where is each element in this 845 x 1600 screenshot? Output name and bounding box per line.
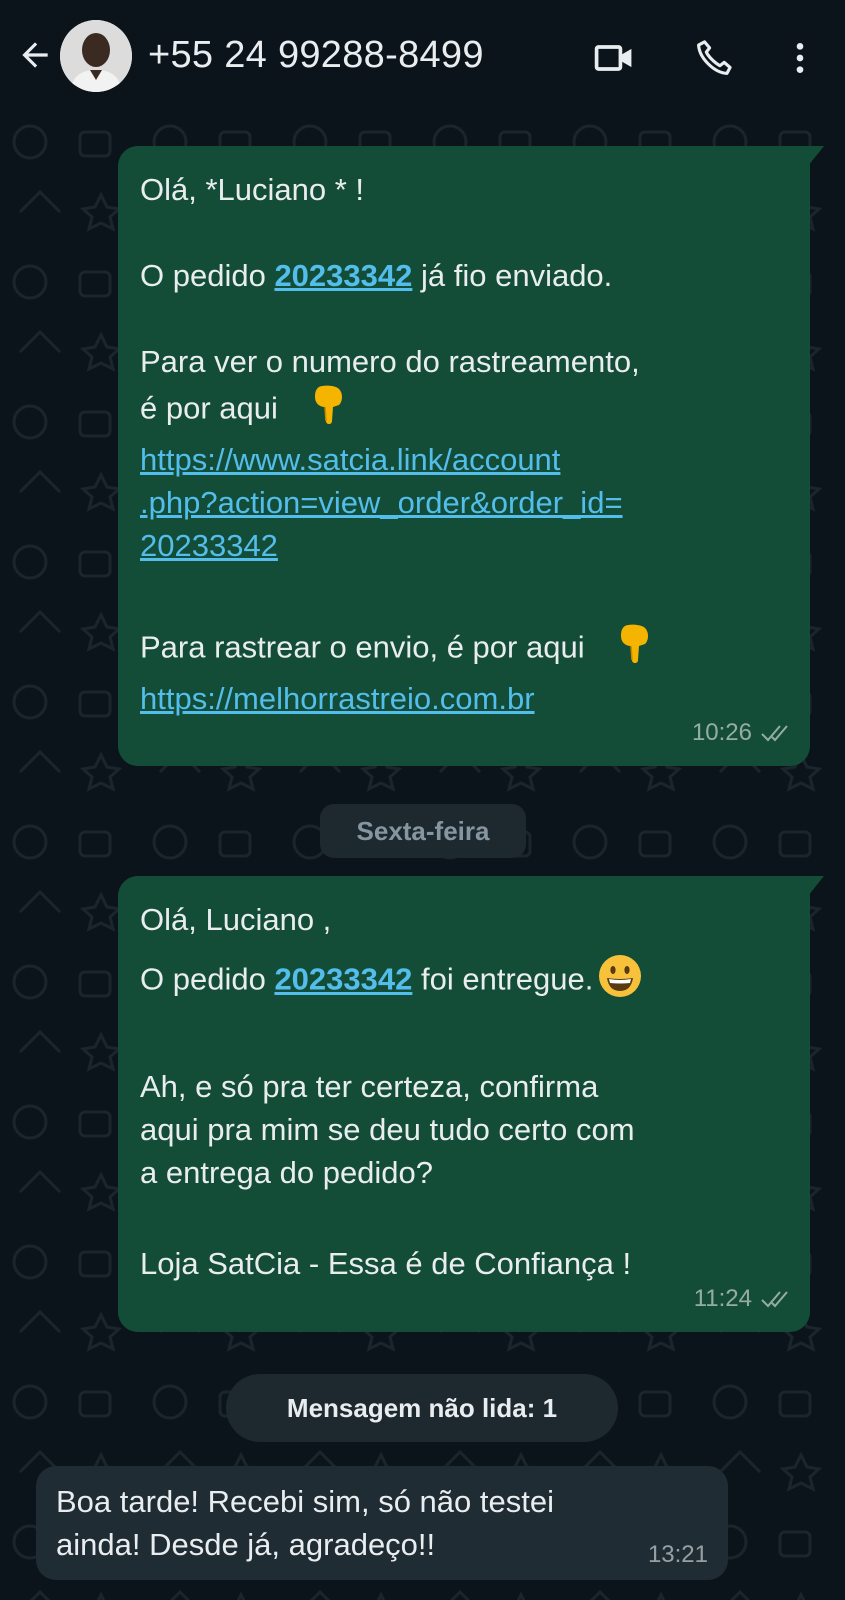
message-text: Ah, e só pra ter certeza, confirma [140, 1069, 599, 1104]
back-arrow-icon[interactable] [14, 34, 56, 76]
incoming-message[interactable]: Boa tarde! Recebi sim, só não testei ain… [36, 1466, 728, 1580]
message-signature: Loja SatCia - Essa é de Confiança ! [140, 1246, 632, 1281]
tracking-link[interactable]: 20233342 [140, 524, 784, 567]
contact-name[interactable]: +55 24 99288-8499 [148, 34, 484, 77]
date-separator: Sexta-feira [320, 804, 526, 858]
phone-icon[interactable] [690, 34, 738, 82]
tracking-link[interactable]: .php?action=view_order&order_id= [140, 481, 784, 524]
message-text: é por aqui [140, 383, 784, 438]
order-number-link[interactable]: 20233342 [274, 962, 412, 997]
double-check-icon [761, 724, 788, 741]
chat-header: +55 24 99288-8499 [0, 0, 845, 112]
unread-messages-separator: Mensagem não lida: 1 [226, 1374, 618, 1442]
more-vert-icon[interactable] [776, 34, 824, 82]
double-check-icon [761, 1290, 788, 1307]
message-meta: 11:24 [694, 1277, 790, 1320]
order-number-link[interactable]: 20233342 [274, 258, 412, 293]
message-text: O pedido 20233342 foi entregue. [140, 953, 784, 1010]
message-meta: 10:26 [692, 711, 790, 754]
message-time: 13:21 [647, 1541, 708, 1568]
shipping-link[interactable]: https://melhorrastreio.com.br [140, 677, 784, 720]
bubble-tail [808, 876, 824, 896]
pointing-down-emoji-icon [615, 622, 653, 677]
outgoing-message[interactable]: Olá, Luciano , O pedido 20233342 foi ent… [118, 876, 824, 1332]
grinning-face-emoji-icon [597, 953, 643, 1010]
message-text: Para ver o numero do rastreamento, [140, 344, 640, 379]
message-text: ainda! Desde já, agradeço!! [56, 1527, 436, 1562]
outgoing-message[interactable]: Olá, *Luciano * ! O pedido 20233342 já f… [118, 146, 824, 766]
message-text: O pedido 20233342 já fio enviado. [140, 258, 613, 293]
message-time: 11:24 [693, 1285, 752, 1312]
pointing-down-emoji-icon [309, 383, 347, 438]
video-call-icon[interactable] [590, 34, 638, 82]
message-greeting: Olá, Luciano , [140, 902, 332, 937]
message-text: a entrega do pedido? [140, 1155, 434, 1190]
message-meta: 13:21 [648, 1533, 708, 1576]
message-time: 10:26 [691, 719, 752, 746]
bubble-tail [808, 146, 824, 166]
message-greeting: Olá, *Luciano * ! [140, 172, 365, 207]
avatar[interactable] [60, 20, 132, 92]
message-text: aqui pra mim se deu tudo certo com [140, 1112, 635, 1147]
message-text: Para rastrear o envio, é por aqui [140, 622, 784, 677]
chat-area[interactable]: Olá, *Luciano * ! O pedido 20233342 já f… [0, 112, 845, 1600]
message-text: Boa tarde! Recebi sim, só não testei [56, 1484, 554, 1519]
tracking-link[interactable]: https://www.satcia.link/account [140, 438, 784, 481]
